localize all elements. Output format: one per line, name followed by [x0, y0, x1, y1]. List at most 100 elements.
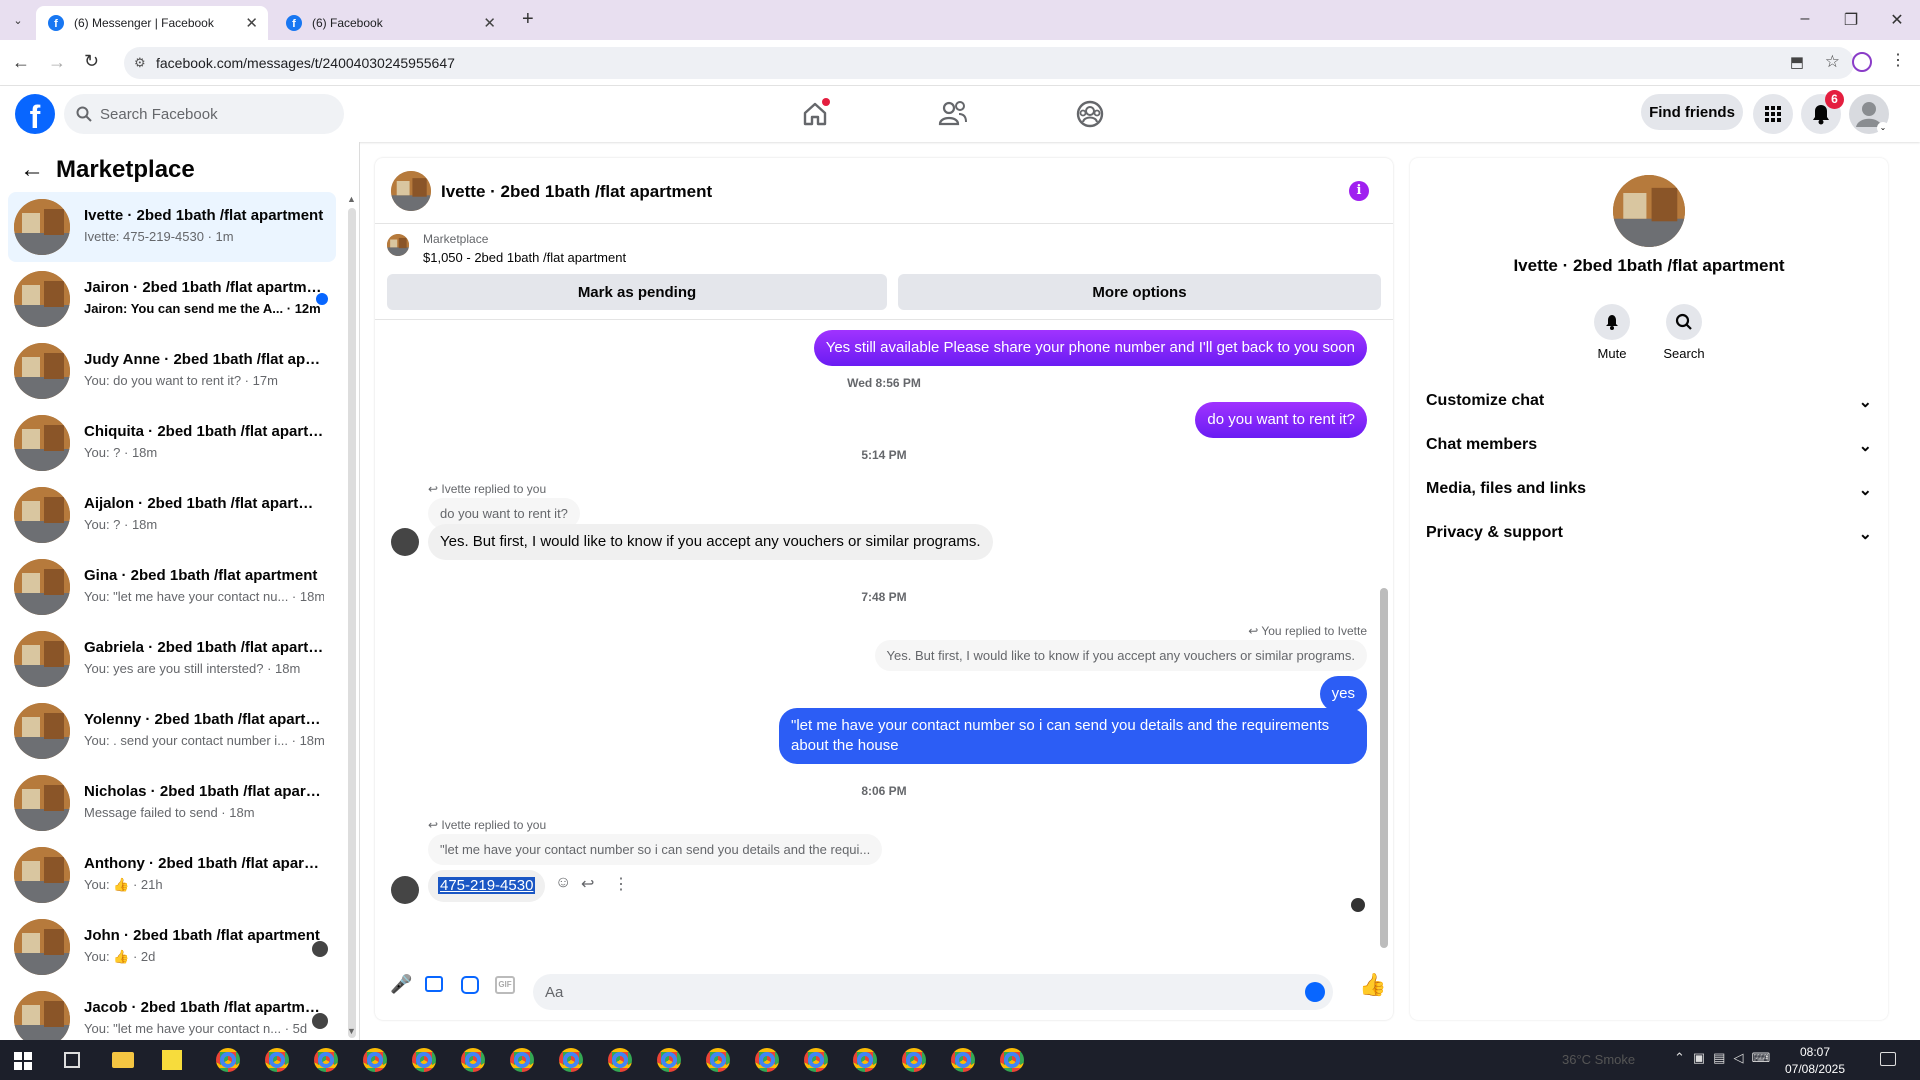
- taskbar-app-icon[interactable]: [412, 1048, 436, 1072]
- file-explorer-icon[interactable]: [112, 1052, 134, 1068]
- gif-icon[interactable]: GIF: [495, 976, 515, 994]
- outgoing-message[interactable]: Yes still available Please share your ph…: [813, 330, 1367, 366]
- conversation-item[interactable]: John · 2bed 1bath /flat apartment You: 👍 …: [8, 912, 336, 982]
- quoted-message[interactable]: Yes. But first, I would like to know if …: [874, 640, 1367, 671]
- search-facebook-input[interactable]: Search Facebook: [64, 94, 344, 134]
- start-icon[interactable]: [14, 1052, 32, 1070]
- forward-icon[interactable]: →: [48, 52, 66, 73]
- chat-title[interactable]: Ivette · 2bed 1bath /flat apartment: [441, 182, 712, 202]
- address-bar[interactable]: ⚙ facebook.com/messages/t/24004030245955…: [124, 47, 1854, 79]
- conversation-item[interactable]: Nicholas · 2bed 1bath /flat apartment Mes…: [8, 768, 336, 838]
- taskbar-app-icon[interactable]: [461, 1048, 485, 1072]
- menu-grid-button[interactable]: [1753, 94, 1793, 134]
- ivette-avatar[interactable]: [391, 876, 419, 904]
- chat-avatar[interactable]: [391, 171, 431, 211]
- chat-members-section[interactable]: Chat members ⌄: [1426, 436, 1872, 456]
- taskbar-app-icon[interactable]: [902, 1048, 926, 1072]
- conversation-item[interactable]: Gina · 2bed 1bath /flat apartment You: "l…: [8, 552, 336, 622]
- taskbar-app-icon[interactable]: [363, 1048, 387, 1072]
- conversation-item[interactable]: Ivette · 2bed 1bath /flat apartment Ivett…: [8, 192, 336, 262]
- conversation-item[interactable]: Aijalon · 2bed 1bath /flat apartment You:…: [8, 480, 336, 550]
- conversation-item[interactable]: Anthony · 2bed 1bath /flat apartment You:…: [8, 840, 336, 910]
- taskbar-app-icon[interactable]: [559, 1048, 583, 1072]
- selected-phone-number[interactable]: 475-219-4530: [438, 877, 536, 894]
- scroll-up-arrow[interactable]: ▲: [347, 194, 356, 204]
- sticky-notes-icon[interactable]: [162, 1050, 182, 1070]
- close-window-icon[interactable]: ✕: [1887, 10, 1907, 30]
- taskbar-app-icon[interactable]: [216, 1048, 240, 1072]
- conversation-item[interactable]: Judy Anne · 2bed 1bath /flat apartment Yo…: [8, 336, 336, 406]
- taskbar-app-icon[interactable]: [804, 1048, 828, 1072]
- more-actions-icon[interactable]: ⋮: [613, 874, 629, 894]
- tab-messenger[interactable]: f (6) Messenger | Facebook ✕: [36, 6, 268, 40]
- taskbar-app-icon[interactable]: [314, 1048, 338, 1072]
- conversation-item[interactable]: Jairon · 2bed 1bath /flat apartment Jairo…: [8, 264, 336, 334]
- microphone-icon[interactable]: 🎤: [390, 974, 412, 995]
- emoji-icon[interactable]: [1305, 982, 1325, 1002]
- mark-as-pending-button[interactable]: Mark as pending: [387, 274, 887, 310]
- bookmark-star-icon[interactable]: ☆: [1825, 52, 1840, 72]
- system-tray-icons[interactable]: ⌃▣▤◁⌨: [1674, 1050, 1778, 1066]
- media-files-links-section[interactable]: Media, files and links ⌄: [1426, 480, 1872, 500]
- quoted-message[interactable]: "let me have your contact number so i ca…: [428, 834, 883, 865]
- like-thumb-icon[interactable]: 👍: [1359, 972, 1386, 998]
- privacy-support-section[interactable]: Privacy & support ⌄: [1426, 524, 1872, 544]
- home-nav-icon[interactable]: [797, 96, 833, 132]
- clock-date[interactable]: 07/08/2025: [1775, 1062, 1855, 1076]
- groups-nav-icon[interactable]: [1072, 96, 1108, 132]
- tab-facebook[interactable]: f (6) Facebook ✕: [274, 6, 506, 40]
- taskbar-app-icon[interactable]: [265, 1048, 289, 1072]
- react-emoji-icon[interactable]: ☺: [555, 874, 571, 892]
- profile-avatar[interactable]: [1613, 175, 1685, 247]
- install-app-icon[interactable]: ⬒: [1790, 53, 1804, 71]
- conversation-scrollbar[interactable]: [348, 208, 356, 1038]
- profile-icon[interactable]: [1852, 52, 1872, 72]
- more-options-button[interactable]: More options: [898, 274, 1381, 310]
- search-in-chat-button[interactable]: Search: [1654, 304, 1714, 361]
- find-friends-button[interactable]: Find friends: [1641, 94, 1743, 130]
- facebook-logo[interactable]: f: [15, 94, 55, 134]
- message-input[interactable]: Aa: [533, 974, 1333, 1010]
- taskbar-app-icon[interactable]: [853, 1048, 877, 1072]
- restore-icon[interactable]: ❐: [1841, 10, 1861, 30]
- tab-list-icon[interactable]: ⌄: [10, 12, 26, 28]
- notification-center-icon[interactable]: [1880, 1052, 1896, 1066]
- clock-time[interactable]: 08:07: [1785, 1045, 1845, 1059]
- customize-chat-section[interactable]: Customize chat ⌄: [1426, 392, 1872, 412]
- reload-icon[interactable]: ↻: [84, 51, 99, 72]
- outgoing-message[interactable]: yes: [1319, 676, 1367, 712]
- product-thumbnail[interactable]: [387, 234, 409, 256]
- notifications-button[interactable]: 6: [1801, 90, 1844, 134]
- site-info-icon[interactable]: ⚙: [134, 55, 146, 71]
- chat-scrollbar[interactable]: [1380, 588, 1388, 948]
- weather-widget[interactable]: 36°C Smoke: [1562, 1052, 1635, 1067]
- incoming-message[interactable]: 475-219-4530: [428, 870, 546, 902]
- mute-button[interactable]: Mute: [1582, 304, 1642, 361]
- outgoing-message[interactable]: do you want to rent it?: [1195, 402, 1367, 438]
- incoming-message[interactable]: Yes. But first, I would like to know if …: [428, 524, 993, 560]
- new-tab-icon[interactable]: +: [522, 8, 534, 31]
- minimize-icon[interactable]: –: [1795, 10, 1815, 28]
- conversation-item[interactable]: Chiquita · 2bed 1bath /flat apartment You…: [8, 408, 336, 478]
- scroll-down-arrow[interactable]: ▼: [347, 1026, 356, 1036]
- taskbar-app-icon[interactable]: [1000, 1048, 1024, 1072]
- ivette-avatar[interactable]: [391, 528, 419, 556]
- close-tab-icon[interactable]: ✕: [245, 14, 258, 32]
- taskbar-app-icon[interactable]: [510, 1048, 534, 1072]
- reply-message-icon[interactable]: ↩: [581, 874, 594, 894]
- conversation-item[interactable]: Gabriela · 2bed 1bath /flat apartment You…: [8, 624, 336, 694]
- browser-menu-icon[interactable]: ⋮: [1890, 50, 1906, 70]
- conversation-item[interactable]: Yolenny · 2bed 1bath /flat apartment You:…: [8, 696, 336, 766]
- taskbar-app-icon[interactable]: [706, 1048, 730, 1072]
- back-arrow-icon[interactable]: ←: [20, 156, 44, 184]
- outgoing-message[interactable]: "let me have your contact number so i ca…: [779, 708, 1367, 764]
- taskbar-app-icon[interactable]: [951, 1048, 975, 1072]
- sticker-icon[interactable]: [461, 976, 479, 994]
- taskbar-app-icon[interactable]: [755, 1048, 779, 1072]
- info-icon[interactable]: i: [1349, 181, 1369, 201]
- taskbar-app-icon[interactable]: [657, 1048, 681, 1072]
- friends-nav-icon[interactable]: [935, 96, 971, 132]
- account-avatar[interactable]: ⌄: [1849, 94, 1889, 134]
- task-view-icon[interactable]: [64, 1052, 80, 1068]
- product-info[interactable]: $1,050 - 2bed 1bath /flat apartment: [423, 250, 626, 265]
